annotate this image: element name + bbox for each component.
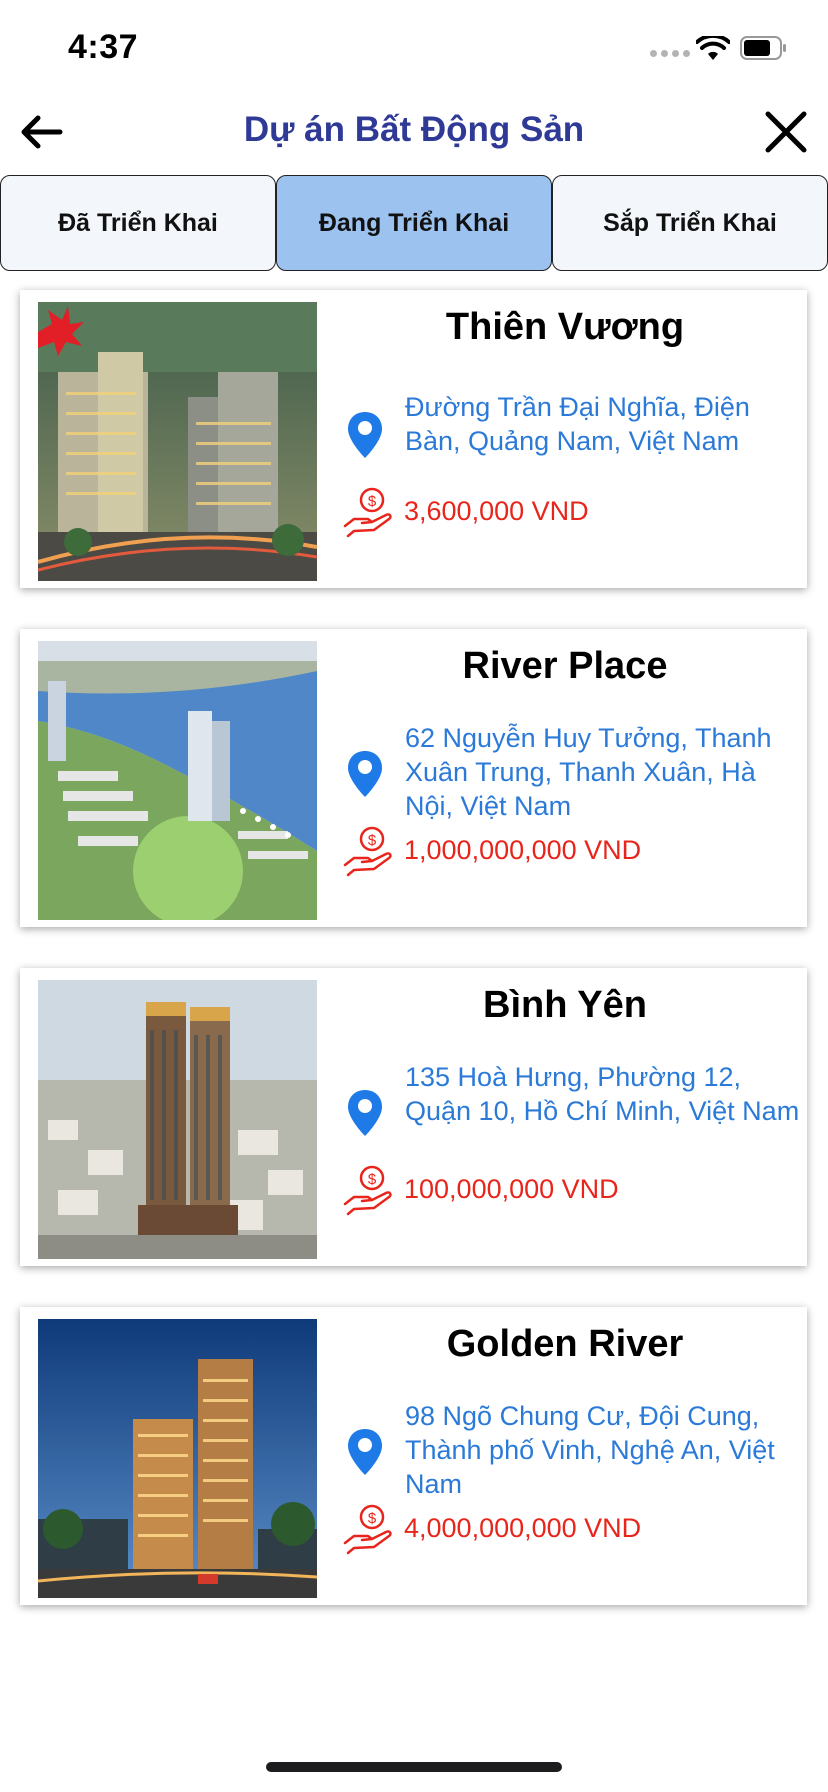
money-hand-icon: $ [343, 1504, 392, 1555]
address-text: 135 Hoà Hưng, Phường 12, Quận 10, Hồ Chí… [405, 1062, 800, 1126]
tab-in-progress[interactable]: Đang Triển Khai [276, 175, 552, 271]
header: Dự án Bất Động Sản [0, 100, 828, 175]
project-price: $ 1,000,000,000 VND [342, 825, 802, 881]
project-name: River Place [462, 645, 668, 687]
project-image [38, 641, 317, 920]
svg-text:$: $ [368, 1510, 377, 1527]
project-image [38, 302, 317, 581]
address-text: Đường Trần Đại Nghĩa, Điện Bàn, Quảng Na… [405, 392, 750, 456]
tab-deployed[interactable]: Đã Triển Khai [0, 175, 276, 271]
project-card[interactable]: River Place 62 Nguyễn Huy Tưởng, Thanh X… [20, 629, 807, 927]
status-time: 4:37 [68, 28, 139, 66]
money-hand-icon: $ [343, 1165, 392, 1216]
project-price: $ 4,000,000,000 VND [342, 1503, 802, 1559]
project-card[interactable]: Golden River 98 Ngõ Chung Cư, Đội Cung, … [20, 1307, 807, 1605]
battery-icon [740, 36, 786, 60]
project-card[interactable]: Thiên Vương Đường Trần Đại Nghĩa, Điện B… [20, 290, 807, 588]
status-bar: 4:37 [0, 0, 828, 100]
address-text: 98 Ngõ Chung Cư, Đội Cung, Thành phố Vin… [405, 1401, 775, 1499]
project-image [38, 1319, 317, 1598]
project-address: 135 Hoà Hưng, Phường 12, Quận 10, Hồ Chí… [345, 1060, 800, 1180]
money-hand-icon: $ [343, 826, 392, 877]
page-title: Dự án Bất Động Sản [243, 110, 585, 149]
home-indicator[interactable] [266, 1762, 562, 1772]
project-image [38, 980, 317, 1259]
svg-text:$: $ [368, 493, 377, 510]
project-price: $ 100,000,000 VND [342, 1164, 802, 1220]
tab-upcoming[interactable]: Sắp Triển Khai [552, 175, 828, 271]
price-text: 1,000,000,000 VND [404, 835, 642, 865]
svg-text:$: $ [368, 832, 377, 849]
close-icon[interactable] [764, 110, 808, 154]
tab-bar: Đã Triển Khai Đang Triển Khai Sắp Triển … [0, 175, 828, 271]
location-pin-icon [348, 1429, 382, 1475]
price-text: 4,000,000,000 VND [404, 1513, 642, 1543]
project-address: 98 Ngõ Chung Cư, Đội Cung, Thành phố Vin… [345, 1399, 800, 1519]
cellular-signal-icon [650, 50, 690, 57]
wifi-icon [696, 36, 730, 60]
project-price: $ 3,600,000 VND [342, 486, 802, 542]
project-card[interactable]: Bình Yên 135 Hoà Hưng, Phường 12, Quận 1… [20, 968, 807, 1266]
project-address: 62 Nguyễn Huy Tưởng, Thanh Xuân Trung, T… [345, 721, 800, 841]
project-name: Bình Yên [483, 984, 647, 1026]
svg-text:$: $ [368, 1171, 377, 1188]
location-pin-icon [348, 412, 382, 458]
project-name: Golden River [446, 1323, 684, 1365]
location-pin-icon [348, 1090, 382, 1136]
address-text: 62 Nguyễn Huy Tưởng, Thanh Xuân Trung, T… [405, 723, 772, 821]
price-text: 3,600,000 VND [404, 496, 589, 526]
price-text: 100,000,000 VND [404, 1174, 619, 1204]
money-hand-icon: $ [343, 487, 392, 538]
location-pin-icon [348, 751, 382, 797]
project-name: Thiên Vương [445, 306, 685, 348]
